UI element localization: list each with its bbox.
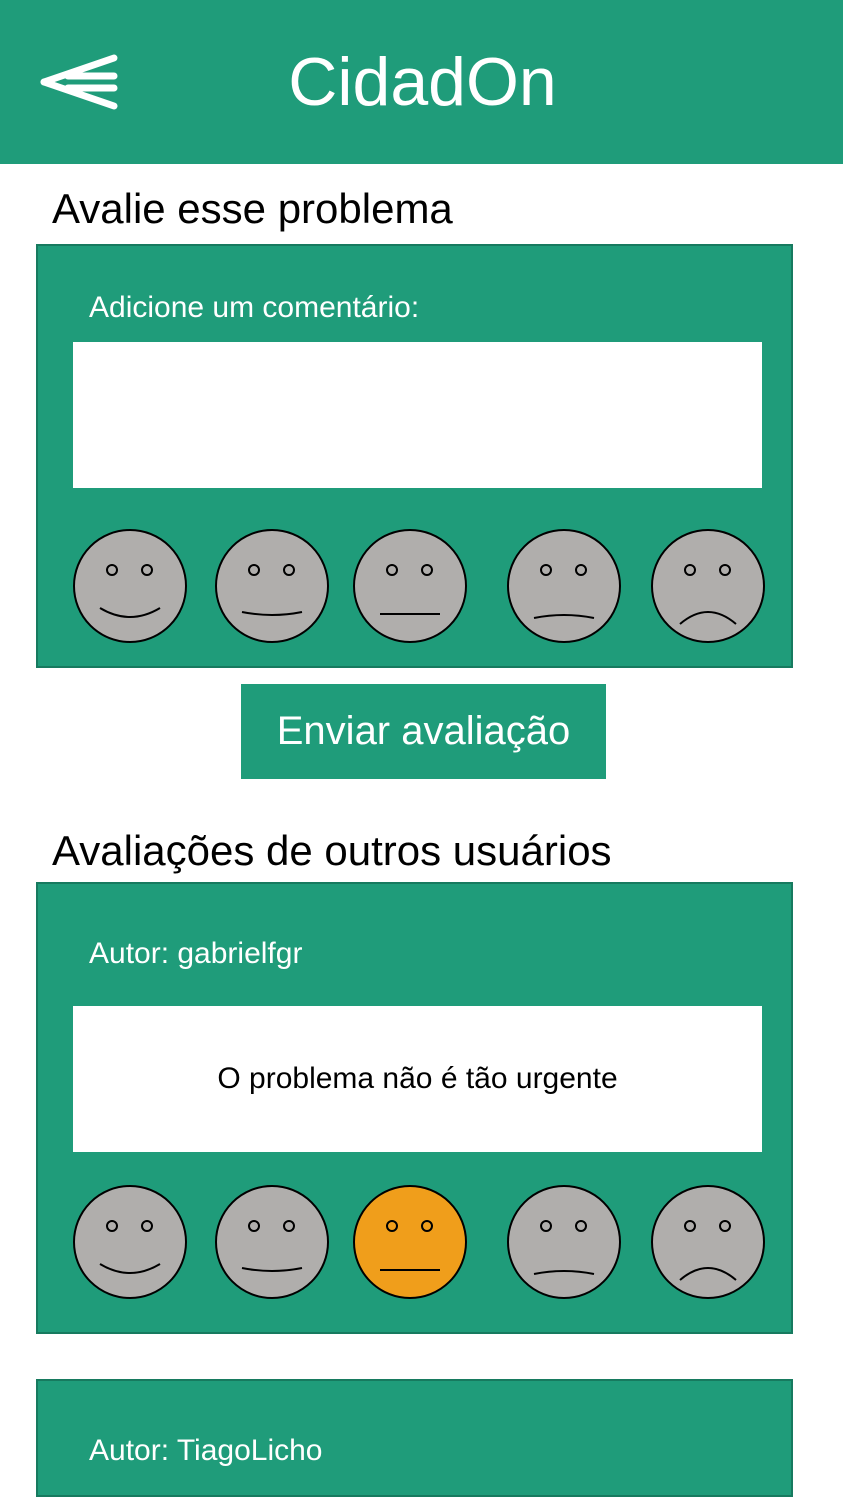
very-sad-face-icon	[651, 1185, 765, 1299]
very-happy-face-icon	[73, 1185, 187, 1299]
sad-face-icon[interactable]	[506, 528, 622, 644]
happy-face-icon	[215, 1185, 329, 1299]
rate-section-title: Avalie esse problema	[52, 185, 453, 232]
sad-face-icon	[507, 1185, 621, 1299]
submit-review-button[interactable]: Enviar avaliação	[241, 684, 606, 779]
neutral-face-icon-selected	[353, 1185, 467, 1299]
review-card: Autor: TiagoLicho	[36, 1379, 793, 1497]
app-title: CidadOn	[288, 44, 557, 120]
neutral-face-icon[interactable]	[352, 528, 468, 644]
review-author: Autor: gabrielfgr	[89, 937, 303, 970]
happy-face-icon[interactable]	[214, 528, 330, 644]
review-comment: O problema não é tão urgente	[73, 1006, 762, 1152]
review-author: Autor: TiagoLicho	[89, 1434, 323, 1467]
comment-input[interactable]	[73, 342, 762, 488]
very-happy-face-icon[interactable]	[72, 528, 188, 644]
comment-label: Adicione um comentário:	[89, 291, 420, 324]
review-card: Autor: gabrielfgr O problema não é tão u…	[36, 882, 793, 1334]
rate-panel: Adicione um comentário:	[36, 244, 793, 668]
very-sad-face-icon[interactable]	[650, 528, 766, 644]
app-header: CidadOn	[0, 0, 843, 164]
other-reviews-title: Avaliações de outros usuários	[52, 827, 612, 874]
